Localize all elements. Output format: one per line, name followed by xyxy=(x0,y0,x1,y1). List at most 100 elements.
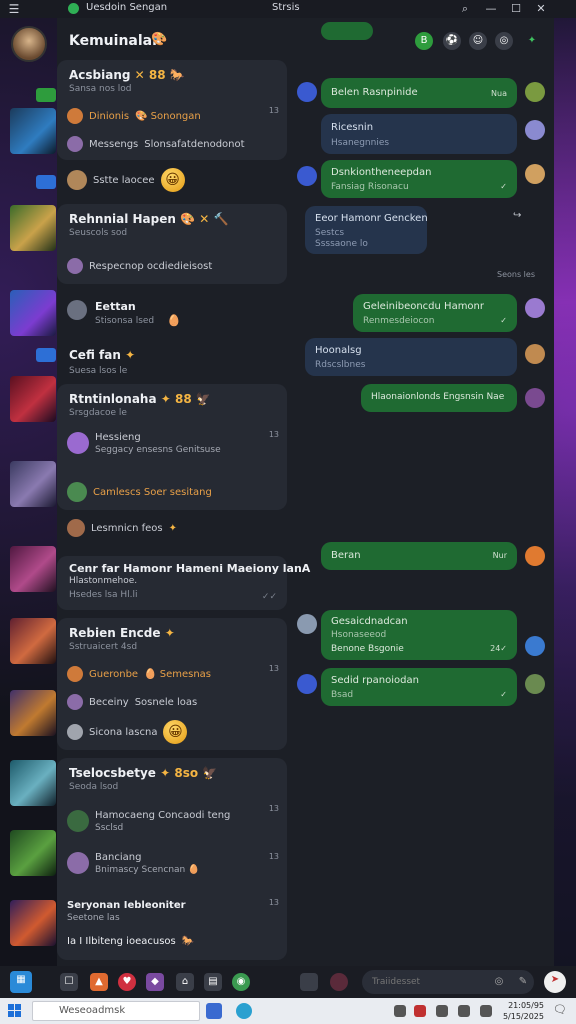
avatar xyxy=(67,170,87,190)
list-item[interactable]: Beceiny Sosnele loas xyxy=(67,694,197,710)
list-item[interactable]: Banciang Bnimascy Scencnan 🥚 xyxy=(67,852,199,875)
game-thumbnail[interactable] xyxy=(10,618,56,664)
game-thumbnail[interactable] xyxy=(10,830,56,876)
game-thumbnail[interactable] xyxy=(10,690,56,736)
avatar xyxy=(525,82,545,102)
avatar xyxy=(297,614,317,634)
house-icon[interactable]: ⌂ xyxy=(176,973,194,991)
send-icon[interactable]: ➤ xyxy=(544,971,566,993)
list-item[interactable]: Sstte laocee 😀 xyxy=(67,168,185,192)
game-thumbnail[interactable] xyxy=(10,900,56,946)
list-icon[interactable]: ▤ xyxy=(204,973,222,991)
conversation-card[interactable]: Rtntinlonaha ✦ 88 🦅 Srsgdacoe le 13 Hess… xyxy=(57,384,287,510)
tray-icon[interactable] xyxy=(480,1005,492,1017)
tray-icon[interactable] xyxy=(458,1005,470,1017)
pen-icon[interactable]: ✎ xyxy=(514,973,532,991)
avatar xyxy=(67,482,87,502)
status-badge xyxy=(36,175,56,189)
conversation-card[interactable]: Tselocsbetye ✦ 8so 🦅 Seoda lsod 13 Hamoc… xyxy=(57,758,287,960)
mic-icon[interactable]: ◎ xyxy=(490,973,508,991)
message-bubble[interactable]: Hoonalsg Rdscslbnes xyxy=(305,338,517,376)
card-title: Tselocsbetye ✦ 8so 🦅 xyxy=(69,766,218,780)
close-button[interactable]: ✕ xyxy=(532,1,550,17)
home-icon[interactable]: ▦ xyxy=(10,971,32,993)
tray-icon[interactable] xyxy=(394,1005,406,1017)
message-bubble[interactable]: Gesaicdnadcan Hsonaseeod Benone Bsgonie … xyxy=(321,610,517,660)
game-thumbnail[interactable] xyxy=(10,290,56,336)
conversation-card[interactable]: Cenr far Hamonr Hameni Maeiony lanA Hlas… xyxy=(57,556,310,610)
message-bubble[interactable]: Geleinibeoncdu Hamonr Renmesdeiocon ✓ xyxy=(353,294,517,332)
list-item[interactable]: Camlescs Soer sesitang xyxy=(67,482,212,502)
conversation-item[interactable]: Lesmnicn feos ✦ xyxy=(67,516,287,540)
message-bubble[interactable]: Sedid rpanoiodan Bsad ✓ xyxy=(321,668,517,706)
egg-icon: 🥚 xyxy=(188,865,200,875)
avatar xyxy=(525,388,545,408)
games-button[interactable]: ⚽ xyxy=(443,32,461,50)
list-item[interactable]: Hamocaeng Concaodi teng Ssclsd xyxy=(67,810,230,833)
list-item[interactable]: Respecnop ocdiedieisost xyxy=(67,258,212,274)
taskbar-search-input[interactable]: Weseoadmsk xyxy=(32,1001,200,1021)
notification-icon[interactable]: 🗨 xyxy=(552,1003,568,1019)
windows-start-icon[interactable] xyxy=(8,1004,22,1018)
list-item[interactable]: Hessieng Seggacy ensesns Genitsuse xyxy=(67,432,221,455)
chat-header: Kemuinalan 🎨 B ⚽ ☺ ◎ ✦ xyxy=(11,18,554,66)
message-bubble[interactable]: Belen Rasnpinide Nua xyxy=(321,78,517,108)
bottom-toolbar: ▦ ☐ ▲ ♥ ◆ ⌂ ▤ ◉ ◎ ✎ ➤ xyxy=(0,966,576,998)
search-icon[interactable]: ⌕ xyxy=(456,1,474,17)
conversation-item[interactable]: Cefi fan ✦ Suesa lsos le xyxy=(69,344,289,376)
game-icon[interactable] xyxy=(330,973,348,991)
attach-icon[interactable] xyxy=(300,973,318,991)
reply-icon[interactable]: ↪ xyxy=(513,210,521,221)
game-thumbnail[interactable] xyxy=(10,461,56,507)
game-thumbnail[interactable] xyxy=(10,760,56,806)
card-title: Cefi fan ✦ xyxy=(69,348,136,362)
message-bubble[interactable]: Dsnkiontheneepdan Fansiag Risonacu ✓ xyxy=(321,160,517,198)
heart-icon[interactable]: ♥ xyxy=(118,973,136,991)
game-thumbnail[interactable] xyxy=(10,205,56,251)
message-bubble[interactable]: Beran Nur xyxy=(321,542,517,570)
game-thumbnail-strip xyxy=(0,18,58,966)
avatar xyxy=(67,136,83,152)
tray-icon[interactable] xyxy=(436,1005,448,1017)
avatar xyxy=(67,432,89,454)
minimize-button[interactable]: — xyxy=(482,1,500,17)
game-thumbnail[interactable] xyxy=(10,108,56,154)
message-count: 13 xyxy=(268,106,279,115)
taskbar-app-icon[interactable] xyxy=(236,1003,252,1019)
message-bubble[interactable]: Hlaonaionlonds Engsnsin Nae xyxy=(361,384,517,412)
hamburger-menu-icon[interactable]: ☰ xyxy=(0,2,28,16)
message-input[interactable] xyxy=(362,970,534,994)
list-item[interactable]: Dinionis 🎨 Sonongan xyxy=(67,108,201,124)
status-icon[interactable]: ◉ xyxy=(232,973,250,991)
maximize-button[interactable]: ☐ xyxy=(507,1,525,17)
system-clock[interactable]: 21:05/95 5/15/2025 xyxy=(503,1000,544,1022)
chat-icon[interactable]: ☐ xyxy=(60,973,78,991)
target-button[interactable]: ◎ xyxy=(495,32,513,50)
list-item[interactable]: Messengs Slonsafatdenodonot xyxy=(67,136,245,152)
window-title: Uesdoin Sengan xyxy=(86,2,168,13)
list-item[interactable]: Sicona lascna 😀 xyxy=(67,720,188,744)
conversation-card[interactable]: Rehnnial Hapen 🎨 ✕ 🔨 Seuscols sod Respec… xyxy=(57,204,287,284)
taskbar-app-icon[interactable] xyxy=(206,1003,222,1019)
avatar[interactable] xyxy=(11,26,47,62)
list-item[interactable]: Ia I Ilbiteng ioeacusos 🐎 xyxy=(67,936,194,947)
game-thumbnail[interactable] xyxy=(10,546,56,592)
list-item[interactable]: Gueronbe 🥚 Semesnas xyxy=(67,666,211,682)
conversation-item[interactable]: Eettan Stisonsa lsed 🥚 xyxy=(67,298,287,332)
tray-icon[interactable] xyxy=(414,1005,426,1017)
message-bubble[interactable] xyxy=(321,22,373,40)
list-item[interactable]: Seryonan Iebleoniter Seetone las xyxy=(67,900,186,923)
alert-icon[interactable]: ▲ xyxy=(90,973,108,991)
message-bubble[interactable]: Eeor Hamonr Gencken Sestcs Ssssaone lo xyxy=(305,206,428,254)
smiley-emoji-icon: 😀 xyxy=(163,720,188,744)
conversation-card[interactable]: Rebien Encde ✦ Sstruaicert 4sd 13 Gueron… xyxy=(57,618,287,750)
game-thumbnail[interactable] xyxy=(10,376,56,422)
window-center-label: Strsis xyxy=(272,2,300,13)
conversation-card[interactable]: Acsbiang ✕ 88 🐎 Sansa nos lod 13 Dinioni… xyxy=(57,60,287,160)
emoji-button[interactable]: ☺ xyxy=(469,32,487,50)
background-decoration xyxy=(554,18,576,966)
sparkle-button[interactable]: ✦ xyxy=(523,32,541,50)
gem-icon[interactable]: ◆ xyxy=(146,973,164,991)
message-bubble[interactable]: Ricesnin Hsanegnnies xyxy=(321,114,517,154)
status-button[interactable]: B xyxy=(415,32,433,50)
